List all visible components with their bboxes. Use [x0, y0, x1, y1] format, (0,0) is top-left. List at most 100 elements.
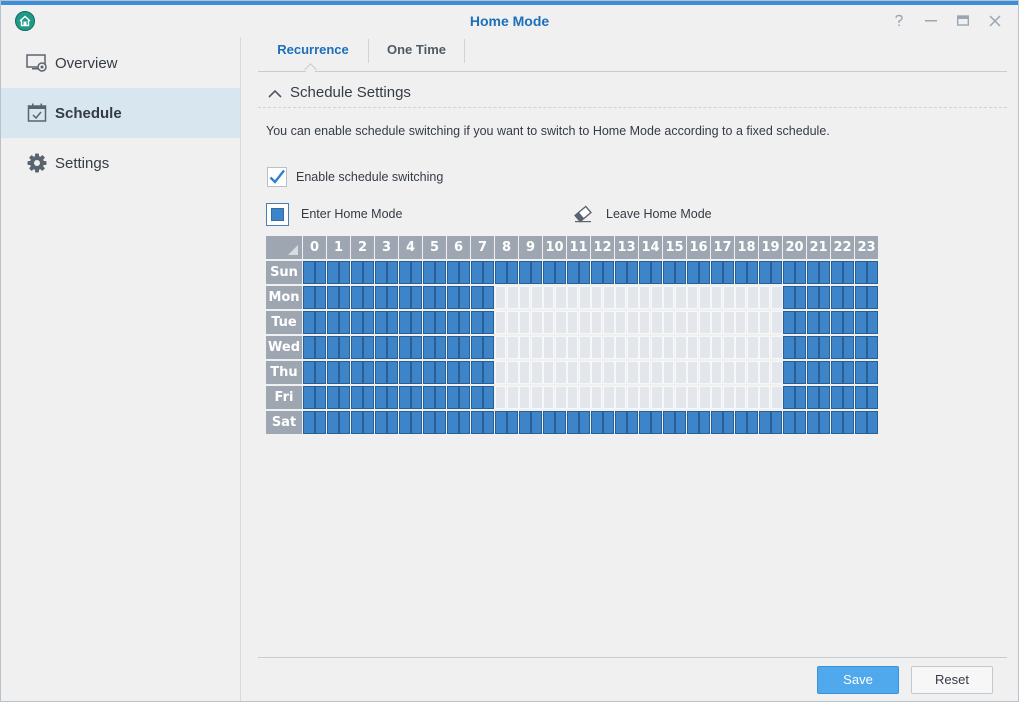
schedule-cell-home[interactable]: [627, 261, 638, 284]
schedule-cell-home[interactable]: [375, 286, 387, 309]
schedule-cell-away[interactable]: [543, 311, 554, 334]
schedule-cell-home[interactable]: [867, 336, 878, 359]
hour-header[interactable]: 22: [831, 236, 854, 259]
schedule-cell-home[interactable]: [363, 361, 374, 384]
schedule-cell-home[interactable]: [327, 386, 339, 409]
schedule-cell-home[interactable]: [819, 336, 830, 359]
schedule-cell-home[interactable]: [603, 261, 614, 284]
schedule-cell-home[interactable]: [351, 386, 363, 409]
schedule-cell-away[interactable]: [627, 336, 639, 359]
schedule-cell-away[interactable]: [555, 311, 567, 334]
day-header[interactable]: Fri: [266, 386, 302, 409]
schedule-cell-home[interactable]: [351, 261, 363, 284]
schedule-cell-away[interactable]: [759, 336, 770, 359]
schedule-cell-home[interactable]: [855, 411, 867, 434]
schedule-cell-home[interactable]: [411, 261, 422, 284]
schedule-cell-home[interactable]: [579, 411, 590, 434]
schedule-cell-away[interactable]: [699, 336, 711, 359]
hour-header[interactable]: 17: [711, 236, 734, 259]
schedule-cell-away[interactable]: [579, 386, 591, 409]
schedule-cell-home[interactable]: [411, 386, 422, 409]
hour-header[interactable]: 19: [759, 236, 782, 259]
schedule-cell-away[interactable]: [591, 311, 602, 334]
schedule-cell-home[interactable]: [459, 261, 470, 284]
schedule-cell-away[interactable]: [495, 286, 506, 309]
schedule-cell-home[interactable]: [867, 286, 878, 309]
schedule-cell-home[interactable]: [471, 286, 483, 309]
schedule-cell-home[interactable]: [843, 411, 854, 434]
schedule-cell-home[interactable]: [483, 311, 494, 334]
schedule-cell-home[interactable]: [375, 311, 387, 334]
schedule-cell-away[interactable]: [771, 286, 783, 309]
schedule-cell-away[interactable]: [639, 311, 650, 334]
schedule-cell-home[interactable]: [843, 336, 854, 359]
schedule-cell-away[interactable]: [495, 386, 506, 409]
schedule-cell-home[interactable]: [435, 336, 446, 359]
schedule-cell-home[interactable]: [807, 261, 819, 284]
schedule-cell-home[interactable]: [831, 286, 843, 309]
schedule-cell-away[interactable]: [507, 311, 519, 334]
schedule-cell-home[interactable]: [807, 386, 819, 409]
day-header[interactable]: Sun: [266, 261, 302, 284]
schedule-cell-away[interactable]: [699, 386, 711, 409]
hour-header[interactable]: 14: [639, 236, 662, 259]
schedule-cell-away[interactable]: [495, 311, 506, 334]
schedule-cell-away[interactable]: [591, 386, 602, 409]
schedule-cell-away[interactable]: [627, 386, 639, 409]
schedule-cell-away[interactable]: [603, 311, 615, 334]
schedule-cell-home[interactable]: [843, 386, 854, 409]
schedule-cell-away[interactable]: [651, 286, 663, 309]
schedule-cell-home[interactable]: [543, 411, 555, 434]
schedule-cell-home[interactable]: [483, 261, 494, 284]
schedule-cell-home[interactable]: [387, 361, 398, 384]
schedule-cell-away[interactable]: [675, 361, 687, 384]
schedule-cell-home[interactable]: [747, 261, 758, 284]
schedule-cell-home[interactable]: [351, 411, 363, 434]
schedule-cell-home[interactable]: [363, 261, 374, 284]
schedule-cell-home[interactable]: [783, 361, 795, 384]
schedule-cell-away[interactable]: [699, 361, 711, 384]
schedule-cell-home[interactable]: [447, 386, 459, 409]
enable-schedule-checkbox[interactable]: [267, 167, 287, 187]
schedule-cell-away[interactable]: [711, 361, 722, 384]
schedule-cell-away[interactable]: [723, 336, 735, 359]
schedule-cell-away[interactable]: [771, 361, 783, 384]
schedule-cell-away[interactable]: [507, 336, 519, 359]
schedule-cell-away[interactable]: [687, 286, 698, 309]
schedule-cell-home[interactable]: [387, 311, 398, 334]
close-icon[interactable]: [985, 11, 1005, 31]
schedule-cell-home[interactable]: [831, 411, 843, 434]
schedule-cell-away[interactable]: [555, 361, 567, 384]
schedule-cell-home[interactable]: [327, 336, 339, 359]
schedule-cell-away[interactable]: [651, 386, 663, 409]
schedule-cell-home[interactable]: [687, 261, 699, 284]
schedule-cell-away[interactable]: [687, 311, 698, 334]
hour-header[interactable]: 7: [471, 236, 494, 259]
schedule-cell-away[interactable]: [615, 361, 626, 384]
schedule-cell-home[interactable]: [831, 386, 843, 409]
schedule-cell-home[interactable]: [375, 261, 387, 284]
schedule-cell-away[interactable]: [663, 286, 674, 309]
schedule-cell-home[interactable]: [795, 411, 806, 434]
schedule-cell-home[interactable]: [411, 361, 422, 384]
schedule-cell-home[interactable]: [303, 311, 315, 334]
schedule-cell-home[interactable]: [411, 411, 422, 434]
schedule-cell-home[interactable]: [759, 411, 771, 434]
schedule-cell-away[interactable]: [591, 361, 602, 384]
schedule-cell-away[interactable]: [567, 336, 578, 359]
schedule-cell-home[interactable]: [723, 411, 734, 434]
schedule-cell-away[interactable]: [627, 361, 639, 384]
schedule-cell-away[interactable]: [747, 311, 759, 334]
schedule-cell-home[interactable]: [783, 311, 795, 334]
schedule-cell-home[interactable]: [327, 361, 339, 384]
schedule-cell-away[interactable]: [723, 386, 735, 409]
hour-header[interactable]: 4: [399, 236, 422, 259]
schedule-cell-away[interactable]: [603, 336, 615, 359]
schedule-cell-home[interactable]: [327, 286, 339, 309]
schedule-cell-away[interactable]: [675, 336, 687, 359]
schedule-cell-home[interactable]: [843, 286, 854, 309]
hour-header[interactable]: 1: [327, 236, 350, 259]
schedule-cell-home[interactable]: [555, 411, 566, 434]
schedule-cell-home[interactable]: [663, 411, 675, 434]
schedule-grid[interactable]: 0 1 2 3 4 5 6 7 8 9 10 11 12 13 14 15 16 17 18 19 20 21 22 23 Su…: [266, 236, 878, 435]
